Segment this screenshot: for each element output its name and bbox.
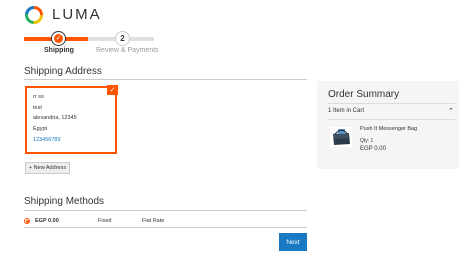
product-price: EGP 0.00 [360, 146, 386, 152]
address-city: alexandria, 12345 [33, 115, 77, 121]
method-carrier: Flat Rate [142, 218, 165, 224]
messenger-bag-thumbnail [330, 127, 352, 147]
heading-divider [24, 79, 307, 80]
order-summary-title: Order Summary [328, 89, 400, 100]
shipping-methods-heading: Shipping Methods [24, 196, 105, 207]
luma-logo-icon [25, 6, 43, 24]
items-in-cart-toggle[interactable]: 1 Item in Cart [328, 108, 364, 114]
address-country: Egypt [33, 126, 48, 132]
step-shipping-indicator: ✓ [51, 31, 66, 46]
methods-divider [24, 210, 307, 211]
selected-check-icon: ✓ [107, 85, 118, 95]
next-button[interactable]: Next [279, 233, 307, 251]
summary-items-divider [328, 119, 455, 120]
chevron-up-icon[interactable]: ⌃ [448, 107, 454, 115]
address-street: test [33, 105, 42, 111]
step-review-label: Review & Payments [96, 47, 159, 54]
shipping-method-radio[interactable] [24, 218, 30, 224]
new-address-button[interactable]: + New Address [25, 162, 70, 174]
shipping-address-heading: Shipping Address [24, 66, 102, 77]
method-price: EGP 0.00 [35, 218, 59, 224]
product-qty: Qty: 1 [360, 138, 374, 144]
checkmark-icon: ✓ [54, 34, 63, 43]
method-name: Fixed [98, 218, 112, 224]
product-name: Push It Messenger Bag [360, 126, 418, 132]
step-review-indicator: 2 [115, 31, 130, 46]
summary-divider [328, 103, 455, 104]
address-name: rr ss [33, 94, 44, 100]
step-shipping-label: Shipping [44, 47, 74, 54]
address-phone-link[interactable]: 123456789 [33, 137, 61, 144]
brand-name[interactable]: LUMA [52, 6, 102, 23]
methods-row-divider [24, 227, 307, 228]
